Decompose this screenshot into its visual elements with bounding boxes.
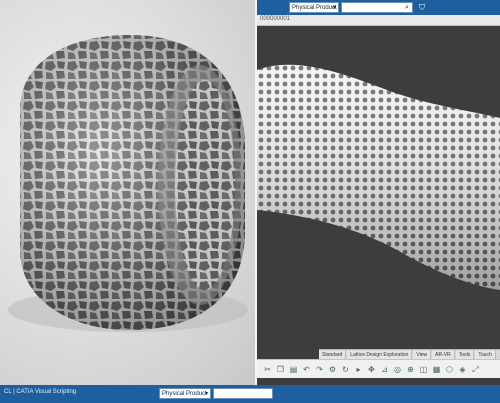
zoom-icon[interactable]: ⊕ [406,365,415,374]
object-id-bar: 000000001 [257,15,500,26]
chevron-down-icon: ▾ [332,5,336,11]
bottom-physical-product-label: Physical Product [162,391,207,397]
cut-icon[interactable]: ✂ [263,365,272,374]
measure-icon[interactable]: ⊿ [380,365,389,374]
top-toolbar: Physical Product ▾ ⌕ ⛉ [257,0,500,15]
chevron-down-icon: ▾ [204,391,208,397]
move-icon[interactable]: ✥ [367,365,376,374]
bracelet-illustration [8,35,248,332]
action-toolbar: ✂ ❐ ▤ ↶ ↷ ⚙ ↻ ▸ ✥ ⊿ ◎ ⊕ ◫ ▦ ⬡ ◈ ⤢ [257,359,500,378]
update-icon[interactable]: ↻ [341,365,350,374]
lattice-icon[interactable]: ⬡ [445,365,454,374]
grid-icon[interactable]: ▦ [432,365,441,374]
app-brand: CL | CATIA Visual Scripting [4,389,77,395]
paste-icon[interactable]: ▤ [289,365,298,374]
select-icon[interactable]: ▸ [354,365,363,374]
physical-product-label: Physical Product [292,5,337,11]
expand-icon[interactable]: ⤢ [471,365,480,374]
snap-icon[interactable]: ◎ [393,365,402,374]
bottom-app-bar: CL | CATIA Visual Scripting Physical Pro… [0,385,500,403]
lattice-strip-render [257,0,500,385]
object-id-text: 000000001 [260,16,291,22]
copy-icon[interactable]: ❐ [276,365,285,374]
view-icon[interactable]: ◫ [419,365,428,374]
bottom-physical-product-dropdown[interactable]: Physical Product ▾ [159,388,211,399]
tag-icon[interactable]: ⛉ [417,2,427,13]
redo-icon[interactable]: ↷ [315,365,324,374]
undo-icon[interactable]: ↶ [302,365,311,374]
lattice-bracelet-render [0,0,257,385]
render-icon[interactable]: ◈ [458,365,467,374]
search-icon[interactable]: ⌕ [401,2,413,13]
settings-icon[interactable]: ⚙ [328,365,337,374]
catia-viewport[interactable]: Physical Product ▾ ⌕ ⛉ 000000001 Standar… [257,0,500,385]
bottom-search-input[interactable] [213,388,273,399]
physical-product-dropdown[interactable]: Physical Product ▾ [289,2,339,13]
